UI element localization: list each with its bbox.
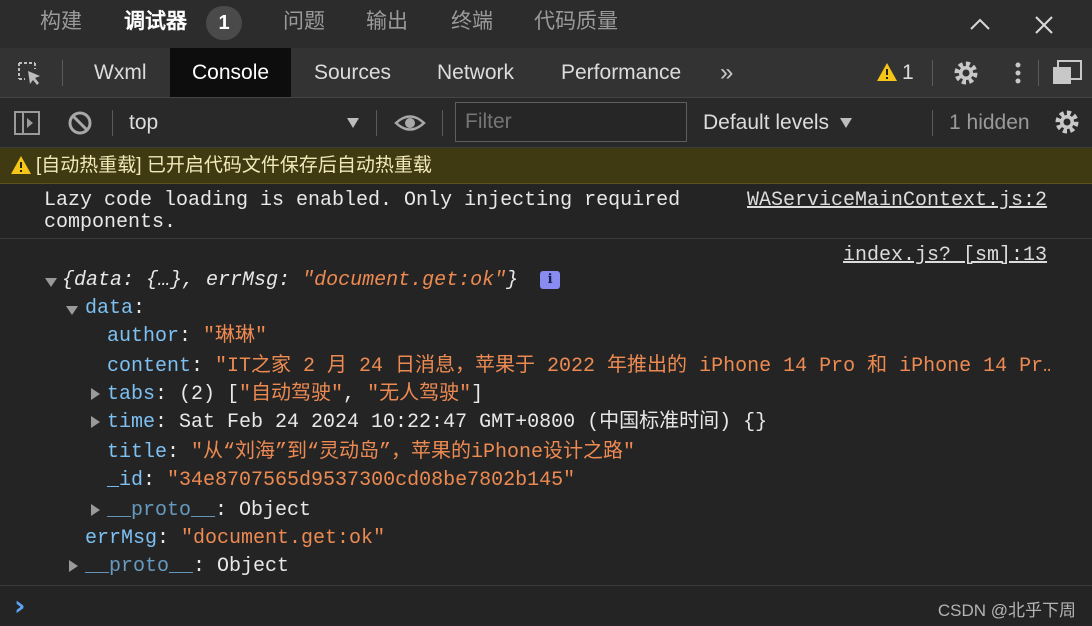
property-proto[interactable]: __proto__: Object (107, 498, 311, 526)
property-content: content: "IT之家 2 月 24 日消息，苹果于 2022 年推出的 … (107, 355, 1052, 378)
log-text-line: Lazy code loading is enabled. Only injec… (44, 189, 681, 212)
log-text-line: components. (44, 211, 177, 234)
console-object-log: index.js? [sm]:13 {data: {…}, errMsg: "d… (0, 240, 1092, 584)
expand-toggle-icon[interactable] (91, 388, 100, 400)
tab-build[interactable]: 构建 (40, 0, 82, 48)
caret-down-icon[interactable] (346, 116, 360, 128)
warning-count[interactable]: 1 (902, 48, 914, 97)
panel-tab-bar: 构建 调试器 1 问题 输出 终端 代码质量 (0, 0, 1092, 48)
console-prompt[interactable]: › CSDN @北乎下周 (0, 585, 1092, 626)
close-icon[interactable] (1027, 8, 1061, 42)
inspect-element-icon[interactable] (16, 60, 44, 88)
prompt-chevron-icon: › (14, 589, 26, 622)
console-log-message: Lazy code loading is enabled. Only injec… (0, 185, 1092, 239)
expand-toggle-icon[interactable] (66, 306, 78, 315)
devtools-tab-bar: Wxml Console Sources Network Performance… (0, 48, 1092, 98)
console-settings-gear-icon[interactable] (1052, 107, 1082, 137)
property-outer-proto[interactable]: __proto__: Object (85, 554, 289, 582)
separator (1038, 60, 1039, 86)
warning-text: [自动热重载] 已开启代码文件保存后自动热重载 (36, 155, 432, 176)
caret-down-icon[interactable] (839, 116, 853, 128)
sidebar-toggle-icon[interactable] (13, 109, 41, 137)
separator (932, 60, 933, 86)
expand-toggle-icon[interactable] (45, 278, 57, 287)
separator (62, 60, 63, 86)
tab-performance[interactable]: Performance (561, 48, 681, 97)
property-errmsg: errMsg: "document.get:ok" (85, 527, 386, 550)
console-warning-message: [自动热重载] 已开启代码文件保存后自动热重载 (0, 148, 1092, 184)
log-text: Lazy code loading is enabled. Only injec… (44, 190, 704, 234)
watermark: CSDN @北乎下周 (937, 601, 1076, 620)
property-title: title: "从“刘海”到“灵动岛”，苹果的iPhone设计之路" (107, 441, 636, 464)
filter-input[interactable] (455, 102, 687, 142)
separator (376, 110, 377, 136)
hidden-count: 1 hidden (949, 111, 1030, 134)
tab-network[interactable]: Network (437, 48, 514, 97)
expand-toggle-icon[interactable] (91, 504, 100, 516)
property-data[interactable]: data: (85, 296, 145, 324)
warning-icon (10, 155, 32, 175)
expand-toggle-icon[interactable] (69, 560, 78, 572)
more-tabs-icon[interactable]: » (720, 48, 733, 97)
tab-problems[interactable]: 问题 (283, 0, 325, 48)
tab-debugger[interactable]: 调试器 (124, 0, 187, 48)
source-link[interactable]: index.js? [sm]:13 (843, 243, 1047, 269)
eye-icon[interactable] (394, 110, 426, 136)
chevron-up-icon[interactable] (963, 8, 997, 42)
tab-console[interactable]: Console (170, 48, 292, 97)
tab-sources[interactable]: Sources (314, 48, 391, 97)
separator (442, 110, 443, 136)
kebab-menu-icon[interactable] (1008, 58, 1028, 88)
info-icon[interactable]: i (540, 270, 561, 289)
object-summary[interactable]: {data: {…}, errMsg: "document.get:ok"} i (62, 268, 561, 296)
property-time[interactable]: time: Sat Feb 24 2024 10:22:47 GMT+0800 … (107, 410, 767, 438)
separator (112, 110, 113, 136)
default-levels-dropdown[interactable]: Default levels (703, 98, 829, 148)
undock-icon[interactable] (1050, 58, 1084, 88)
tab-output[interactable]: 输出 (366, 0, 408, 48)
tab-terminal[interactable]: 终端 (451, 0, 493, 48)
debugger-count-badge: 1 (206, 6, 242, 40)
context-selector[interactable]: top (129, 98, 158, 148)
clear-console-icon[interactable] (66, 109, 94, 137)
property-id: _id: "34e8707565d9537300cd08be7802b145" (107, 469, 576, 492)
warning-icon[interactable] (876, 62, 898, 82)
property-author: author: "琳琳" (107, 325, 268, 348)
source-link[interactable]: WAServiceMainContext.js:2 (747, 190, 1047, 212)
console-toolbar: top Default levels 1 hidden (0, 98, 1092, 148)
expand-toggle-icon[interactable] (91, 416, 100, 428)
separator (932, 110, 933, 136)
gear-icon[interactable] (951, 58, 981, 88)
property-tabs[interactable]: tabs: (2) ["自动驾驶", "无人驾驶"] (107, 382, 483, 410)
tab-code-quality[interactable]: 代码质量 (534, 0, 618, 48)
tab-wxml[interactable]: Wxml (94, 48, 146, 97)
